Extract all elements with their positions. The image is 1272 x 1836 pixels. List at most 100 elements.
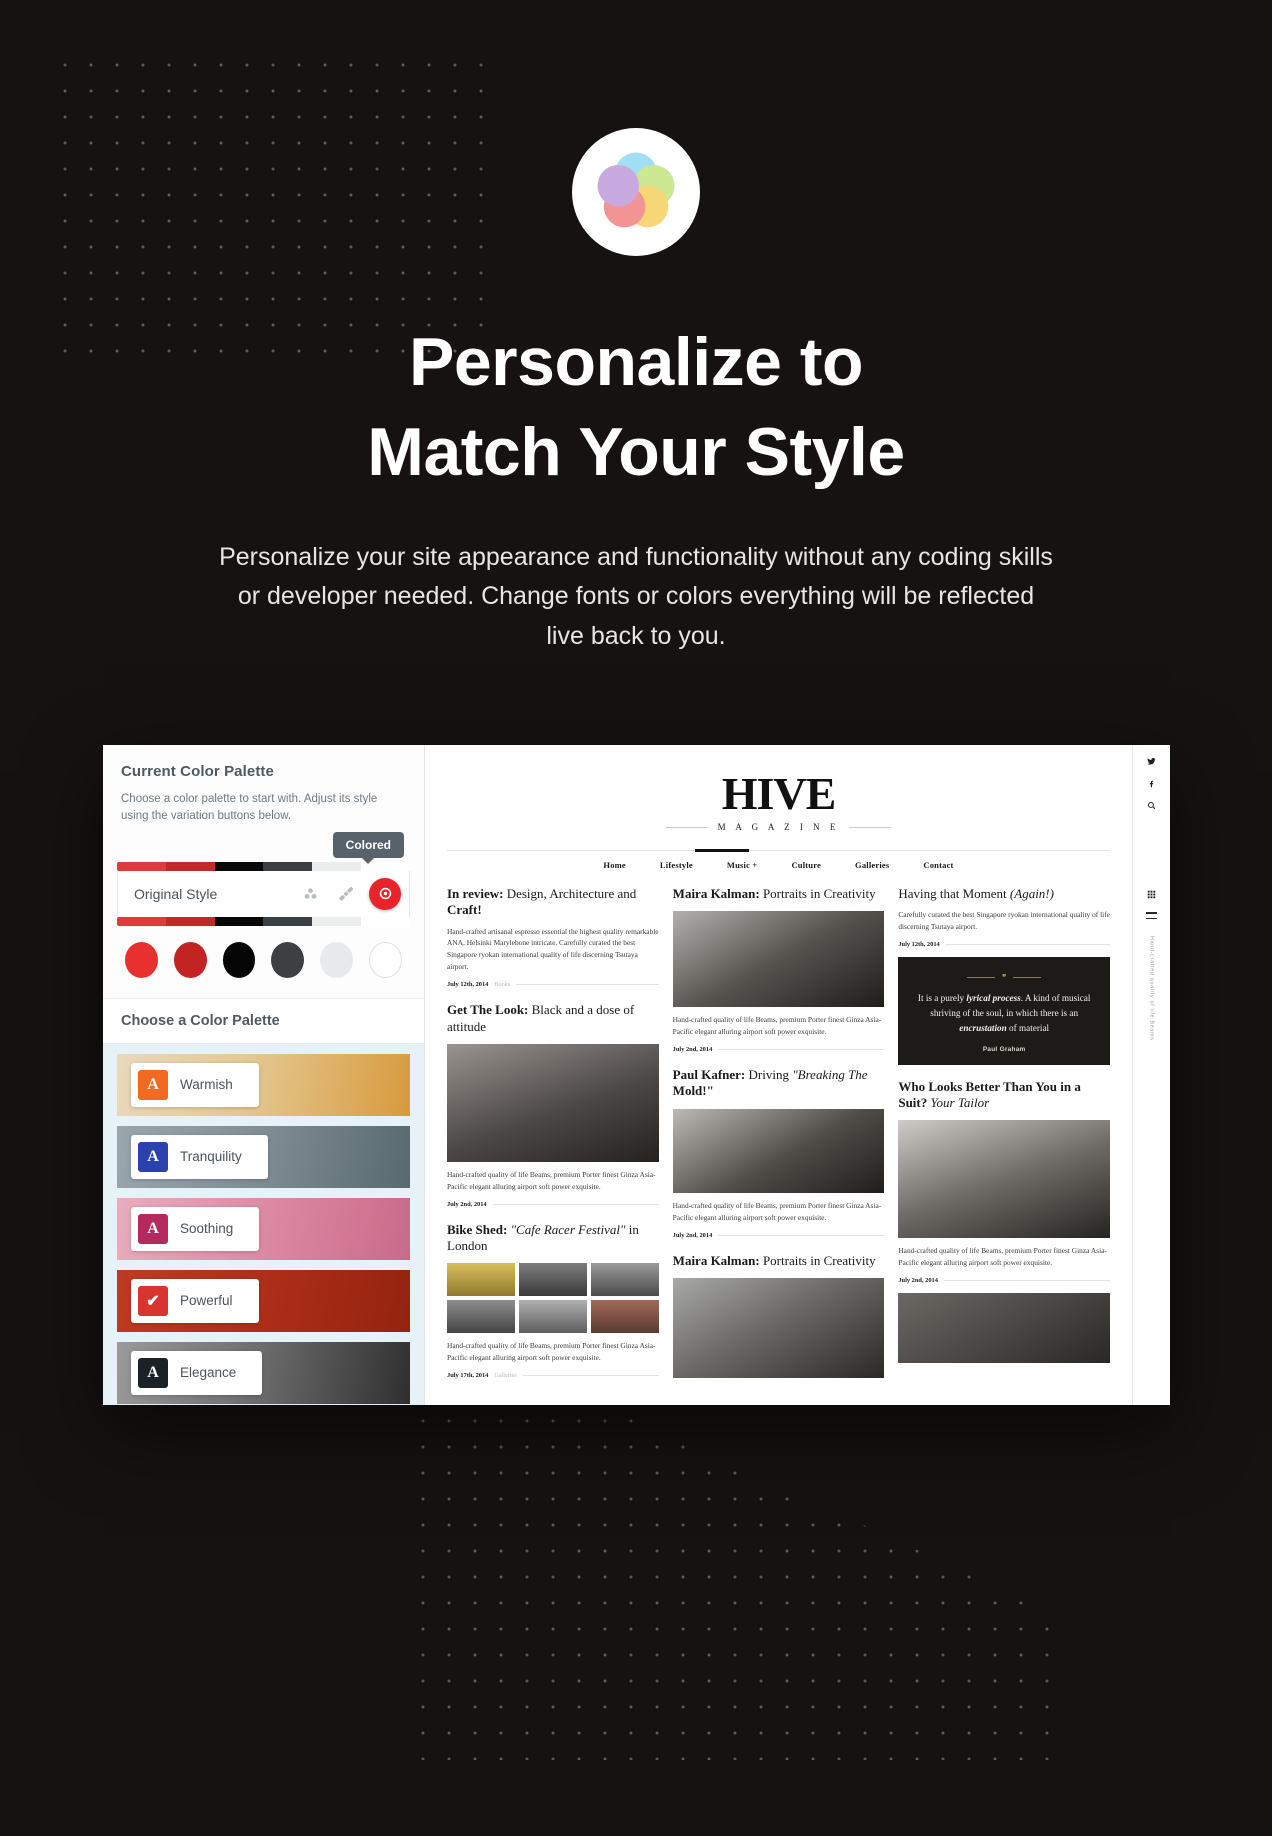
facebook-icon[interactable] bbox=[1147, 779, 1156, 790]
grid-thumb bbox=[590, 1300, 659, 1334]
palette-item-warmish[interactable]: A Warmish bbox=[117, 1053, 410, 1116]
article-title-lead: Get The Look: bbox=[447, 1002, 529, 1018]
current-color-palette-description: Choose a color palette to start with. Ad… bbox=[121, 793, 378, 823]
article-title-rest: Having that Moment bbox=[898, 886, 1010, 901]
article-meta: July 2nd, 2014 bbox=[673, 1046, 885, 1053]
article-column-3: Having that Moment (Again!) Carefully cu… bbox=[898, 886, 1111, 1393]
swatch-red-dark[interactable] bbox=[173, 941, 207, 978]
article-who-looks-better[interactable]: Who Looks Better Than You in a Suit? You… bbox=[898, 1078, 1111, 1364]
quote-emphasis-1: lyrical process bbox=[966, 993, 1021, 1004]
preview-right-rail: Hand-crafted quality of life Beams bbox=[1132, 745, 1170, 1405]
article-excerpt: Hand-crafted artisanal espresso essentia… bbox=[447, 926, 659, 972]
article-title-lead: Maira Kalman: bbox=[672, 886, 760, 901]
grid-thumb bbox=[447, 1300, 515, 1334]
article-title: Having that Moment (Again!) bbox=[898, 886, 1110, 902]
swatch-red-bright[interactable] bbox=[125, 941, 158, 978]
site-logo-word: HIVE bbox=[721, 768, 837, 819]
article-date: July 2nd, 2014 bbox=[898, 1277, 938, 1285]
quote-author: Paul Graham bbox=[982, 1045, 1026, 1053]
article-get-the-look[interactable]: Get The Look: Black and a dose of attitu… bbox=[447, 1002, 659, 1208]
palette-swatch-row bbox=[103, 926, 424, 998]
original-style-row[interactable]: Original Style bbox=[117, 870, 410, 917]
article-maira-kalman-1[interactable]: Maira Kalman: Portraits in Creativity Ha… bbox=[672, 886, 885, 1053]
rail-vertical-text: Hand-crafted quality of life Beams bbox=[1148, 936, 1155, 1041]
article-image bbox=[672, 1108, 885, 1193]
palette-item-tranquility[interactable]: A Tranquility bbox=[117, 1125, 410, 1188]
quote-ornament: ❞ bbox=[910, 973, 1098, 982]
swatch-charcoal[interactable] bbox=[271, 941, 305, 978]
palette-chip-check-icon: ✔ bbox=[138, 1285, 168, 1316]
product-screenshot-mock: Current Color Palette Choose a color pal… bbox=[103, 745, 1170, 1405]
swatch-black[interactable] bbox=[222, 941, 256, 978]
article-date: July 12th, 2014 bbox=[447, 981, 489, 989]
article-excerpt: Hand-crafted quality of life Beams, prem… bbox=[447, 1169, 656, 1191]
style-bar-bottom bbox=[117, 916, 410, 926]
quote-rule-right bbox=[1013, 977, 1042, 979]
colored-tooltip: Colored bbox=[332, 831, 404, 864]
nav-item-music[interactable]: Music + bbox=[727, 860, 758, 870]
swatch-white[interactable] bbox=[368, 941, 402, 978]
swatch-light-grey[interactable] bbox=[320, 941, 353, 978]
paintbrush-icon[interactable] bbox=[333, 881, 359, 907]
nav-item-galleries[interactable]: Galleries bbox=[855, 860, 889, 870]
palette-item-soothing[interactable]: A Soothing bbox=[117, 1197, 410, 1260]
grid-icon[interactable] bbox=[1147, 890, 1156, 901]
palette-label: Warmish bbox=[180, 1077, 233, 1093]
article-title-lead: Maira Kalman: bbox=[672, 1252, 760, 1268]
nav-item-culture[interactable]: Culture bbox=[791, 860, 821, 870]
palette-list: A Warmish A Tranquility A Soothing ✔ Pow… bbox=[103, 1043, 424, 1405]
palette-label: Tranquility bbox=[180, 1149, 242, 1165]
quote-text: It is a purely lyrical process. A kind o… bbox=[910, 991, 1098, 1036]
choose-palette-title: Choose a Color Palette bbox=[121, 1012, 280, 1029]
quote-part-a: It is a purely bbox=[917, 993, 967, 1004]
nav-item-contact[interactable]: Contact bbox=[923, 860, 953, 870]
article-having-that-moment[interactable]: Having that Moment (Again!) Carefully cu… bbox=[898, 886, 1111, 1065]
article-paul-kafner[interactable]: Paul Kafner: Driving "Breaking The Mold!… bbox=[672, 1067, 885, 1239]
nav-item-lifestyle[interactable]: Lifestyle bbox=[660, 860, 693, 870]
palette-item-elegance[interactable]: A Elegance bbox=[117, 1341, 410, 1404]
article-meta: July 2nd, 2014 bbox=[673, 1232, 885, 1239]
twitter-icon[interactable] bbox=[1147, 757, 1156, 768]
meta-rule bbox=[492, 1203, 659, 1205]
palette-chip: A Soothing bbox=[131, 1206, 260, 1251]
meta-rule bbox=[718, 1234, 885, 1236]
grid-thumb bbox=[518, 1300, 587, 1334]
dots-cluster-icon[interactable] bbox=[297, 881, 323, 907]
choose-palette-header: Choose a Color Palette bbox=[103, 997, 424, 1044]
article-image bbox=[447, 1043, 659, 1162]
menu-icon[interactable] bbox=[1146, 912, 1157, 920]
article-in-review[interactable]: In review: Design, Architecture and Craf… bbox=[447, 886, 659, 988]
live-preview: HIVE M A G A Z I N E Home Lifestyle Musi… bbox=[425, 745, 1170, 1405]
palette-chip-glyph: A bbox=[138, 1213, 168, 1244]
article-maira-kalman-2[interactable]: Maira Kalman: Portraits in Creativity bbox=[672, 1252, 885, 1378]
article-title-lead: Who Looks Better Than You in a Suit? bbox=[898, 1078, 1081, 1111]
article-title-tail: Craft! bbox=[447, 902, 482, 918]
search-icon[interactable] bbox=[1147, 801, 1156, 812]
article-meta: July 2nd, 2014 bbox=[898, 1277, 1111, 1285]
colored-toggle-icon[interactable] bbox=[369, 877, 401, 910]
article-title: Maira Kalman: Portraits in Creativity bbox=[673, 886, 885, 902]
article-meta: July 12th, 2014 Books bbox=[447, 981, 659, 988]
logo-rule-left bbox=[665, 826, 708, 828]
meta-rule bbox=[945, 944, 1111, 946]
site-logo: HIVE M A G A Z I N E bbox=[447, 763, 1110, 832]
article-bike-shed[interactable]: Bike Shed: "Cafe Racer Festival" in Lond… bbox=[447, 1222, 659, 1379]
original-style-label: Original Style bbox=[134, 885, 218, 902]
palette-chip: A Warmish bbox=[131, 1062, 259, 1107]
palette-item-powerful[interactable]: ✔ Powerful bbox=[117, 1269, 410, 1332]
grid-thumb bbox=[447, 1263, 515, 1297]
palette-label: Elegance bbox=[180, 1365, 237, 1381]
color-wheel-petals-icon bbox=[572, 128, 700, 256]
nav-item-home[interactable]: Home bbox=[603, 860, 626, 870]
article-title-tail: Mold!" bbox=[672, 1083, 714, 1099]
article-title: In review: Design, Architecture and Craf… bbox=[447, 886, 659, 919]
article-title-rest: Portraits in Creativity bbox=[759, 886, 876, 901]
palette-chip-glyph: A bbox=[138, 1357, 168, 1388]
quote-emphasis-2: encrustation bbox=[959, 1023, 1007, 1034]
article-excerpt: Hand-crafted quality of life Beams, prem… bbox=[447, 1341, 656, 1363]
hero-section: Personalize to Match Your Style Personal… bbox=[0, 0, 1272, 656]
current-color-palette-title: Current Color Palette bbox=[121, 763, 274, 780]
pull-quote: ❞ It is a purely lyrical process. A kind… bbox=[898, 957, 1111, 1065]
palette-chip-glyph: A bbox=[138, 1069, 168, 1100]
page-title-line-1: Personalize to bbox=[408, 324, 864, 400]
